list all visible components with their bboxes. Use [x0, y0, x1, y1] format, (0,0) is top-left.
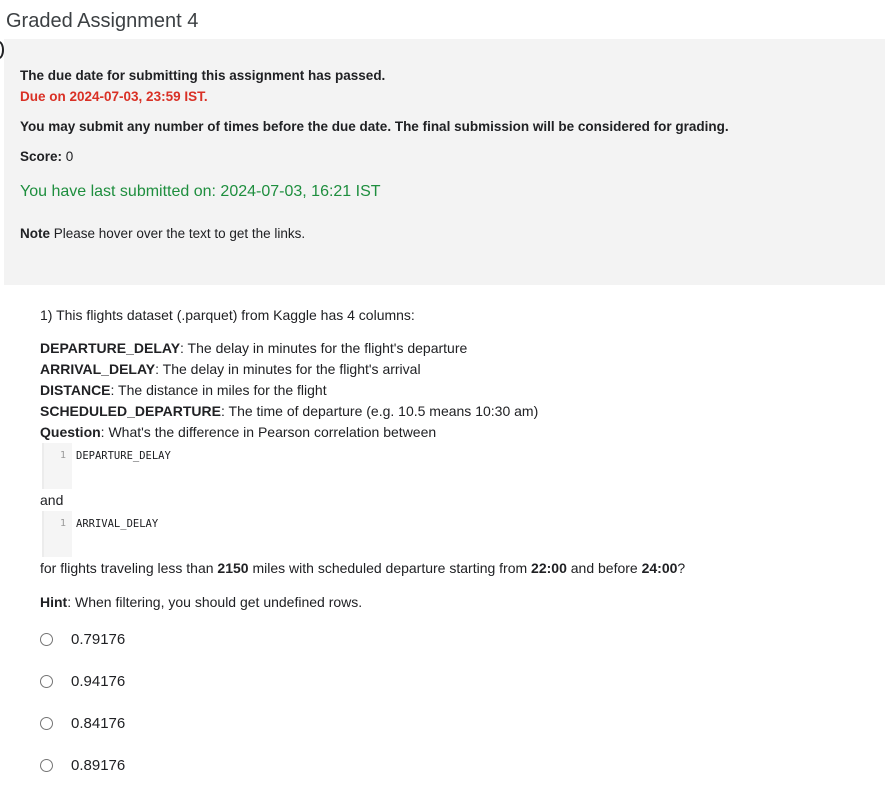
filter-miles: 2150 — [217, 560, 249, 576]
column-desc: : The time of departure (e.g. 10.5 means… — [220, 403, 539, 419]
column-name: DEPARTURE_DELAY — [40, 340, 181, 356]
score-label: Score: — [20, 149, 63, 164]
due-date: Due on 2024-07-03, 23:59 IST. — [20, 89, 208, 104]
answer-option-3[interactable]: 0.84176 — [40, 712, 125, 734]
option-label: 0.89176 — [71, 756, 126, 774]
column-desc: : The delay in minutes for the flight's … — [180, 340, 468, 356]
assignment-info-panel: The due date for submitting this assignm… — [4, 39, 885, 285]
question-text: : What's the difference in Pearson corre… — [100, 424, 437, 440]
question-panel: 1) This flights dataset (.parquet) from … — [20, 285, 885, 785]
radio-button[interactable] — [40, 716, 53, 730]
note: Note Please hover over the text to get t… — [20, 226, 305, 241]
page-title: Graded Assignment 4 — [6, 10, 199, 32]
due-passed-message: The due date for submitting this assignm… — [20, 68, 386, 83]
answer-option-2[interactable]: 0.94176 — [40, 670, 125, 692]
score-value: 0 — [65, 149, 74, 164]
code-line-number: 1 — [60, 518, 67, 529]
column-name: ARRIVAL_DELAY — [40, 361, 156, 377]
question-label: Question — [40, 424, 101, 440]
and-text: and — [40, 492, 64, 508]
code-text: ARRIVAL_DELAY — [76, 518, 159, 530]
hint: Hint: When filtering, you should get und… — [40, 594, 362, 610]
last-submitted: You have last submitted on: 2024-07-03, … — [20, 183, 381, 200]
filter-text: and before — [566, 560, 642, 576]
filter-text: for flights traveling less than — [40, 560, 218, 576]
hint-label: Hint — [40, 594, 68, 610]
submission-policy: You may submit any number of times befor… — [20, 119, 729, 134]
question-intro: 1) This flights dataset (.parquet) from … — [40, 307, 415, 323]
note-label: Note — [20, 226, 50, 241]
code-gutter — [44, 511, 72, 557]
note-text: Please hover over the text to get the li… — [53, 226, 306, 241]
answer-option-4[interactable]: 0.89176 — [40, 754, 125, 776]
option-label: 0.79176 — [71, 630, 126, 648]
code-gutter — [44, 443, 72, 489]
filter-text: miles with scheduled departure starting … — [248, 560, 532, 576]
column-arrival-delay: ARRIVAL_DELAY: The delay in minutes for … — [40, 361, 421, 377]
column-departure-delay: DEPARTURE_DELAY: The delay in minutes fo… — [40, 340, 467, 356]
column-name: DISTANCE — [40, 382, 111, 398]
column-name: SCHEDULED_DEPARTURE — [40, 403, 221, 419]
radio-button[interactable] — [40, 674, 53, 688]
hint-text: : When filtering, you should get undefin… — [67, 594, 363, 610]
code-line-number: 1 — [60, 450, 67, 461]
code-block-departure-delay: 1 DEPARTURE_DELAY — [42, 443, 544, 489]
filter-text: ? — [677, 560, 686, 576]
option-label: 0.84176 — [71, 714, 126, 732]
question-statement: Question: What's the difference in Pears… — [40, 424, 436, 440]
code-text: DEPARTURE_DELAY — [76, 450, 171, 462]
score: Score: 0 — [20, 149, 73, 164]
filter-condition: for flights traveling less than 2150 mil… — [40, 560, 685, 576]
radio-button[interactable] — [40, 758, 53, 772]
option-label: 0.94176 — [71, 672, 126, 690]
column-scheduled-departure: SCHEDULED_DEPARTURE: The time of departu… — [40, 403, 538, 419]
radio-button[interactable] — [40, 632, 53, 646]
filter-start-time: 22:00 — [531, 560, 567, 576]
column-desc: : The delay in minutes for the flight's … — [155, 361, 421, 377]
column-distance: DISTANCE: The distance in miles for the … — [40, 382, 327, 398]
answer-option-1[interactable]: 0.79176 — [40, 628, 125, 650]
code-block-arrival-delay: 1 ARRIVAL_DELAY — [42, 511, 544, 557]
filter-end-time: 24:00 — [641, 560, 678, 576]
column-desc: : The distance in miles for the flight — [110, 382, 327, 398]
